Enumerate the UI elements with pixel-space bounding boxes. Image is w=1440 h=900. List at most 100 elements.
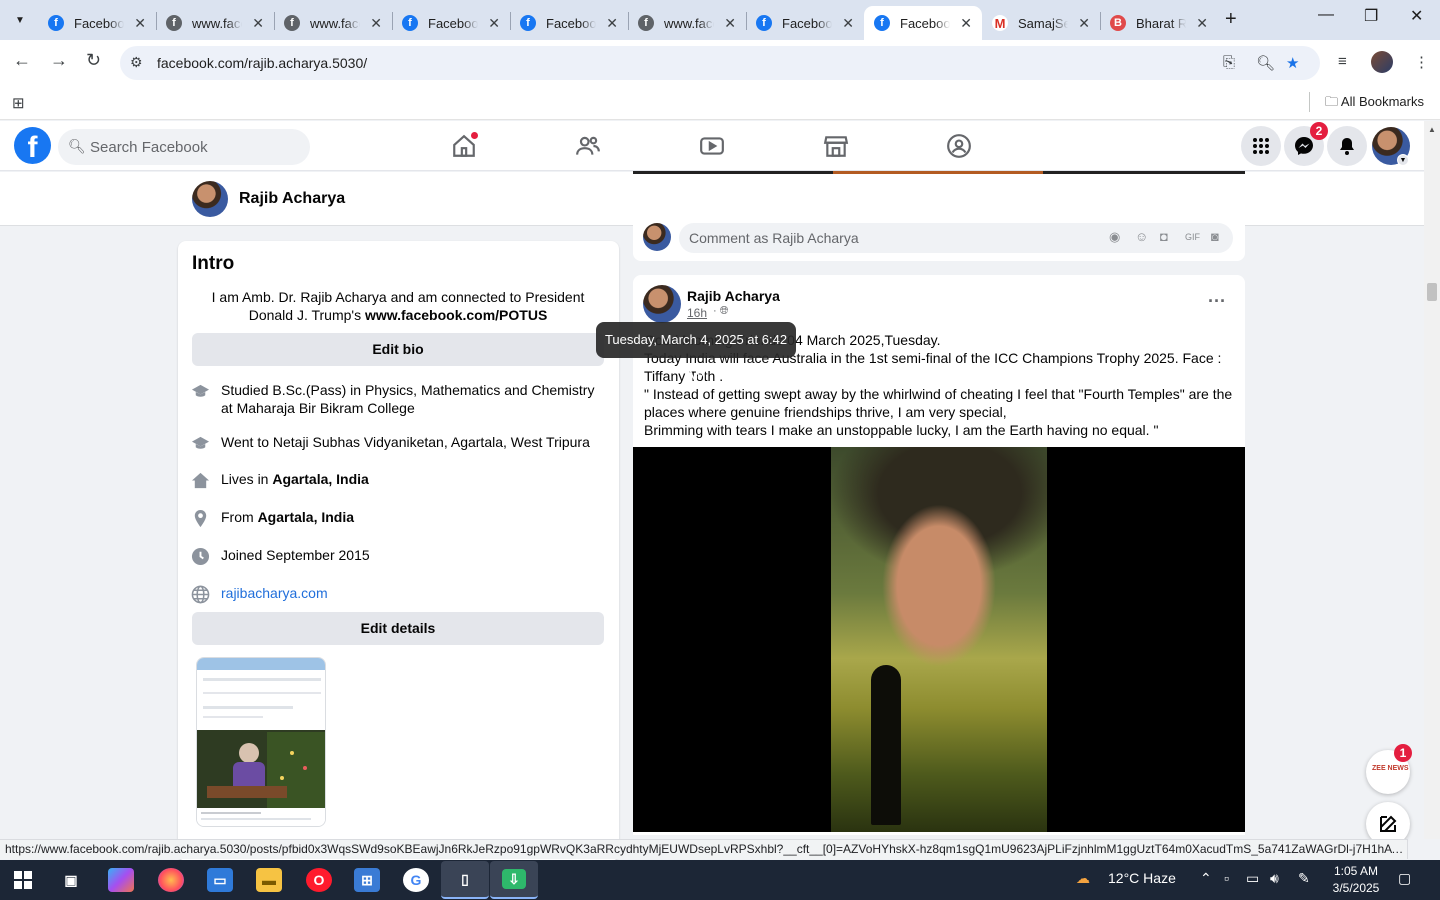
zee-news-logo: ZEE NEWS: [1372, 765, 1409, 772]
friends-icon[interactable]: [575, 133, 601, 159]
browser-tab[interactable]: B Bharat Ratna ✕: [1100, 6, 1218, 40]
close-icon[interactable]: ✕: [606, 15, 618, 32]
browser-tab[interactable]: f www.facebook.com ✕: [274, 6, 392, 40]
clock-icon: [190, 546, 210, 566]
copilot-icon[interactable]: [108, 868, 134, 892]
task-view-icon[interactable]: ▣: [58, 868, 84, 892]
bookmark-star-icon[interactable]: ★: [1286, 54, 1299, 72]
download-app-icon[interactable]: ⇩: [490, 861, 538, 899]
remote-desktop-icon[interactable]: ▭: [207, 868, 233, 892]
bio-link[interactable]: www.facebook.com/POTUS: [365, 307, 547, 323]
system-clock[interactable]: 1:05 AM 3/5/2025: [1330, 863, 1382, 897]
site-info-icon[interactable]: ⚙: [130, 54, 143, 71]
install-app-icon[interactable]: ⎘: [1223, 54, 1235, 71]
website-link[interactable]: rajibacharya.com: [221, 584, 328, 604]
post-more-button[interactable]: ···: [1208, 291, 1226, 312]
all-bookmarks-button[interactable]: 🗀 All Bookmarks: [1325, 93, 1424, 115]
notifications-bell-icon[interactable]: [1327, 126, 1367, 166]
weather-icon[interactable]: ☁: [1076, 870, 1090, 887]
reload-icon[interactable]: ↻: [86, 50, 101, 71]
back-icon[interactable]: ←: [13, 50, 31, 71]
browser-tab[interactable]: f www.facebook.com ✕: [156, 6, 274, 40]
edit-details-button[interactable]: Edit details: [192, 612, 604, 645]
media-control-icon[interactable]: ≡: [1338, 53, 1347, 70]
browser-tab[interactable]: M SamajSevak ✕: [982, 6, 1100, 40]
profile-avatar[interactable]: [192, 181, 228, 217]
volume-icon[interactable]: 🔊︎: [1270, 870, 1279, 887]
microsoft-store-icon[interactable]: ⊞: [354, 868, 380, 892]
profile-name[interactable]: Rajib Acharya: [239, 190, 345, 208]
notification-center-icon[interactable]: ▢: [1398, 870, 1411, 887]
scrollbar-thumb[interactable]: [1427, 283, 1437, 301]
firefox-icon[interactable]: [158, 868, 184, 892]
avatar-sticker-icon[interactable]: ◉: [1109, 229, 1120, 245]
zoom-icon[interactable]: 🔍︎: [1256, 54, 1275, 72]
close-icon[interactable]: ✕: [488, 15, 500, 32]
apps-grid-icon[interactable]: ⊞: [12, 94, 25, 112]
post-image[interactable]: [633, 447, 1245, 832]
close-icon[interactable]: ✕: [252, 15, 264, 32]
address-bar[interactable]: ⚙ facebook.com/rajib.acharya.5030/ ⎘ 🔍︎ …: [120, 46, 1320, 80]
post-timestamp[interactable]: 16h: [687, 306, 707, 320]
notepad-icon[interactable]: ▯: [441, 861, 489, 899]
browser-tab-active[interactable]: f Facebook ✕: [864, 6, 982, 40]
camera-icon[interactable]: ◘: [1160, 229, 1168, 244]
page-scrollbar[interactable]: ▲: [1424, 121, 1440, 839]
close-icon[interactable]: ✕: [842, 15, 854, 32]
camera-tray-icon[interactable]: ▫: [1224, 870, 1229, 886]
edit-bio-button[interactable]: Edit bio: [192, 333, 604, 366]
window-close-icon[interactable]: ✕: [1410, 6, 1423, 26]
close-icon[interactable]: ✕: [370, 15, 382, 32]
facebook-search[interactable]: 🔍︎: [58, 129, 310, 165]
search-input[interactable]: [90, 129, 300, 165]
intro-item-joined: Joined September 2015: [190, 546, 600, 566]
new-tab-icon[interactable]: +: [1225, 8, 1237, 31]
restore-icon[interactable]: ❐: [1364, 6, 1378, 26]
close-icon[interactable]: ✕: [960, 15, 972, 32]
lives-place[interactable]: Agartala, India: [272, 471, 368, 487]
watch-video-icon[interactable]: [699, 133, 725, 159]
opera-icon[interactable]: O: [306, 868, 332, 892]
chevron-down-icon[interactable]: ▼: [1397, 154, 1409, 166]
gif-icon[interactable]: GIF: [1185, 232, 1200, 242]
file-explorer-icon[interactable]: ▬: [256, 868, 282, 892]
url-text[interactable]: facebook.com/rajib.acharya.5030/: [157, 55, 367, 71]
tray-chevron-icon[interactable]: ⌃: [1200, 870, 1212, 887]
scroll-up-icon[interactable]: ▲: [1428, 125, 1436, 134]
post-author-name[interactable]: Rajib Acharya: [687, 288, 780, 304]
featured-story-thumbnail[interactable]: [196, 657, 326, 827]
minimize-icon[interactable]: —: [1318, 6, 1334, 24]
menu-grid-icon[interactable]: [1241, 126, 1281, 166]
browser-profile-avatar[interactable]: [1371, 51, 1393, 73]
tab-search-chevron-icon[interactable]: ▼: [8, 8, 32, 32]
from-place[interactable]: Agartala, India: [258, 509, 354, 525]
pen-icon[interactable]: ✎: [1298, 870, 1310, 887]
groups-icon[interactable]: [946, 133, 972, 159]
zee-news-chat-head[interactable]: ZEE NEWS 1: [1366, 744, 1412, 794]
facebook-gray-icon: f: [638, 15, 654, 31]
close-icon[interactable]: ✕: [724, 15, 736, 32]
browser-tab[interactable]: f Facebook ✕: [38, 6, 156, 40]
home-icon: [190, 470, 210, 490]
forward-icon[interactable]: →: [50, 50, 68, 71]
comment-box[interactable]: ◉ ☺ ◘ GIF ◙: [679, 223, 1233, 253]
browser-menu-icon[interactable]: ⋮: [1414, 53, 1429, 71]
weather-text[interactable]: 12°C Haze: [1108, 870, 1176, 886]
post-author-avatar[interactable]: [643, 285, 681, 323]
marketplace-icon[interactable]: [823, 133, 849, 159]
browser-tab[interactable]: f Facebook ✕: [746, 6, 864, 40]
comment-input[interactable]: [689, 223, 1089, 253]
silhouette-figure: [871, 665, 901, 825]
close-icon[interactable]: ✕: [1196, 15, 1208, 32]
browser-tab[interactable]: f Facebook ✕: [510, 6, 628, 40]
emoji-icon[interactable]: ☺: [1135, 229, 1148, 244]
browser-tab[interactable]: f www.facebook.com ✕: [628, 6, 746, 40]
sticker-icon[interactable]: ◙: [1211, 229, 1219, 244]
facebook-logo-icon[interactable]: f: [14, 127, 51, 164]
chrome-icon[interactable]: G: [403, 868, 429, 892]
browser-tab[interactable]: f Facebook ✕: [392, 6, 510, 40]
close-icon[interactable]: ✕: [1078, 15, 1090, 32]
network-icon[interactable]: ▭: [1246, 870, 1259, 887]
windows-start-icon[interactable]: [10, 868, 36, 892]
close-icon[interactable]: ✕: [134, 15, 146, 32]
